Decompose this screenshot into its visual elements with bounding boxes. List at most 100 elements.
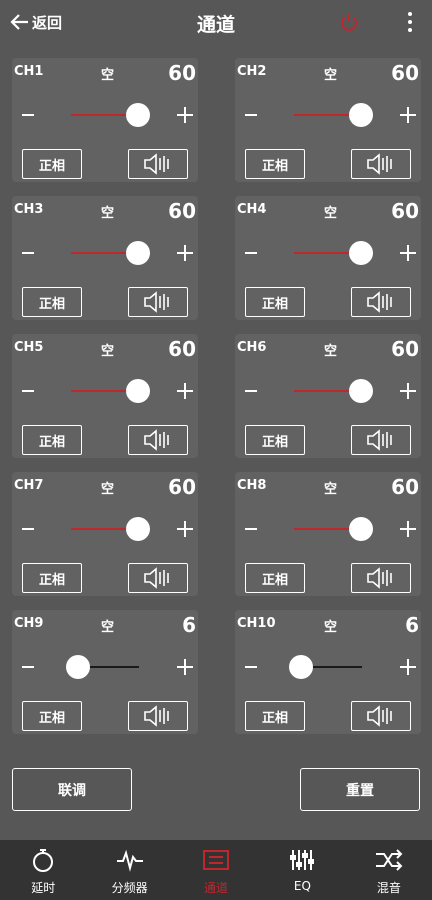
- level-slider[interactable]: [71, 241, 150, 265]
- channel-state: 空: [101, 68, 115, 83]
- nav-label: 延时: [31, 881, 56, 895]
- mute-button[interactable]: [128, 149, 188, 179]
- channel-state: 空: [324, 344, 338, 359]
- increase-button[interactable]: [174, 655, 196, 679]
- level-slider[interactable]: [71, 103, 150, 127]
- nav-label: 通道: [204, 881, 229, 895]
- increase-button[interactable]: [174, 103, 196, 127]
- mute-button[interactable]: [351, 563, 411, 593]
- phase-button[interactable]: 正相: [22, 701, 82, 731]
- speaker-mute-icon: [144, 705, 169, 727]
- speaker-mute-icon: [144, 153, 169, 175]
- phase-button[interactable]: 正相: [245, 563, 305, 593]
- arrow-left-icon: [10, 14, 28, 30]
- back-button[interactable]: 返回: [10, 9, 62, 35]
- phase-button[interactable]: 正相: [245, 701, 305, 731]
- slider-thumb[interactable]: [348, 379, 373, 403]
- decrease-button[interactable]: [241, 103, 261, 127]
- decrease-button[interactable]: [18, 655, 38, 679]
- channel-card: CH5 空 60 正相: [12, 334, 198, 458]
- phase-button[interactable]: 正相: [245, 425, 305, 455]
- channel-name: CH2: [237, 64, 267, 79]
- channel-card: CH10 空 6 正相: [235, 610, 421, 734]
- channel-state: 空: [324, 482, 338, 497]
- mute-button[interactable]: [128, 563, 188, 593]
- bottom-nav: 延时 分频器 通道 EQ 混音: [0, 840, 432, 900]
- mute-button[interactable]: [351, 425, 411, 455]
- increase-button[interactable]: [397, 103, 419, 127]
- phase-button[interactable]: 正相: [22, 563, 82, 593]
- level-slider[interactable]: [65, 655, 139, 679]
- increase-button[interactable]: [397, 655, 419, 679]
- phase-button[interactable]: 正相: [245, 287, 305, 317]
- level-slider[interactable]: [294, 241, 373, 265]
- nav-item-eq[interactable]: EQ: [259, 840, 345, 900]
- decrease-button[interactable]: [241, 241, 261, 265]
- channel-card: CH9 空 6 正相: [12, 610, 198, 734]
- level-slider[interactable]: [71, 517, 150, 541]
- link-adjust-button[interactable]: 联调: [12, 768, 132, 811]
- channel-value: 60: [391, 337, 419, 361]
- speaker-mute-icon: [367, 567, 392, 589]
- channel-value: 60: [168, 475, 196, 499]
- decrease-button[interactable]: [241, 655, 261, 679]
- nav-item-crossover[interactable]: 分频器: [86, 840, 172, 900]
- level-slider[interactable]: [294, 517, 373, 541]
- increase-button[interactable]: [174, 241, 196, 265]
- channel-card: CH6 空 60 正相: [235, 334, 421, 458]
- increase-button[interactable]: [174, 517, 196, 541]
- nav-item-delay[interactable]: 延时: [0, 840, 86, 900]
- increase-button[interactable]: [397, 517, 419, 541]
- slider-thumb[interactable]: [125, 103, 150, 127]
- slider-thumb[interactable]: [125, 241, 150, 265]
- channel-icon: [203, 850, 230, 870]
- reset-button[interactable]: 重置: [300, 768, 420, 811]
- decrease-button[interactable]: [241, 379, 261, 403]
- decrease-button[interactable]: [18, 103, 38, 127]
- level-slider[interactable]: [294, 103, 373, 127]
- nav-label: 分频器: [111, 881, 148, 895]
- stopwatch-icon: [33, 849, 54, 872]
- increase-button[interactable]: [174, 379, 196, 403]
- decrease-button[interactable]: [18, 241, 38, 265]
- level-slider[interactable]: [71, 379, 150, 403]
- decrease-button[interactable]: [18, 379, 38, 403]
- mute-button[interactable]: [128, 425, 188, 455]
- increase-button[interactable]: [397, 241, 419, 265]
- mute-button[interactable]: [351, 701, 411, 731]
- channel-card: CH1 空 60 正相: [12, 58, 198, 182]
- slider-thumb[interactable]: [288, 655, 313, 679]
- slider-thumb[interactable]: [65, 655, 90, 679]
- channel-value: 60: [391, 61, 419, 85]
- channel-card: CH8 空 60 正相: [235, 472, 421, 596]
- more-menu-button[interactable]: [402, 8, 418, 36]
- slider-thumb[interactable]: [125, 517, 150, 541]
- nav-item-mix[interactable]: 混音: [346, 840, 432, 900]
- equalizer-icon: [290, 850, 315, 870]
- level-slider[interactable]: [294, 379, 373, 403]
- mix-icon: [375, 849, 403, 871]
- slider-thumb[interactable]: [125, 379, 150, 403]
- speaker-mute-icon: [144, 567, 169, 589]
- decrease-button[interactable]: [241, 517, 261, 541]
- channel-value: 60: [168, 337, 196, 361]
- phase-button[interactable]: 正相: [22, 287, 82, 317]
- slider-thumb[interactable]: [348, 517, 373, 541]
- mute-button[interactable]: [128, 287, 188, 317]
- phase-button[interactable]: 正相: [22, 425, 82, 455]
- increase-button[interactable]: [397, 379, 419, 403]
- level-slider[interactable]: [288, 655, 362, 679]
- slider-thumb[interactable]: [348, 103, 373, 127]
- decrease-button[interactable]: [18, 517, 38, 541]
- power-icon: [341, 14, 357, 31]
- slider-thumb[interactable]: [348, 241, 373, 265]
- phase-button[interactable]: 正相: [245, 149, 305, 179]
- channel-card: CH3 空 60 正相: [12, 196, 198, 320]
- phase-button[interactable]: 正相: [22, 149, 82, 179]
- mute-button[interactable]: [128, 701, 188, 731]
- power-button[interactable]: [336, 9, 362, 35]
- mute-button[interactable]: [351, 149, 411, 179]
- channel-state: 空: [101, 344, 115, 359]
- nav-item-channel[interactable]: 通道: [173, 840, 259, 900]
- mute-button[interactable]: [351, 287, 411, 317]
